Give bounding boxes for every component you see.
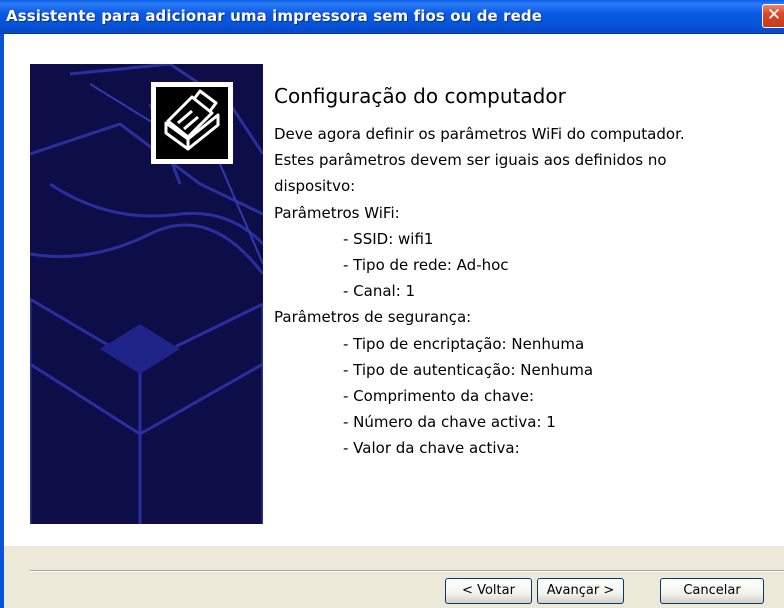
back-button[interactable]: < Voltar (445, 578, 532, 604)
security-params-heading: Parâmetros de segurança: (274, 308, 472, 327)
printer-wizard-icon (151, 82, 233, 164)
text-line: dispositvo: (274, 177, 356, 196)
close-icon: ✕ (766, 5, 782, 25)
network-type-value: - Tipo de rede: Ad-hoc (343, 255, 509, 274)
key-length-value: - Comprimento da chave: (343, 386, 535, 405)
text-line: Deve agora definir os parâmetros WiFi do… (274, 125, 685, 143)
channel-value: - Canal: 1 (343, 282, 416, 301)
wizard-window: Assistente para adicionar uma impressora… (0, 0, 784, 608)
window-title: Assistente para adicionar uma impressora… (6, 7, 543, 25)
active-key-number-value: - Número da chave activa: 1 (343, 413, 556, 432)
active-key-value: - Valor da chave activa: (343, 439, 520, 458)
title-bar[interactable]: Assistente para adicionar uma impressora… (0, 0, 784, 34)
text-line: Estes parâmetros devem ser iguais aos de… (274, 151, 667, 170)
ssid-value: - SSID: wifi1 (343, 229, 434, 248)
page-heading: Configuração do computador (274, 84, 566, 108)
wifi-params-heading: Parâmetros WiFi: (274, 203, 400, 222)
instruction-text: Deve agora definir os parâmetros WiFi do… (274, 121, 784, 461)
footer-divider (30, 570, 784, 572)
next-button[interactable]: Avançar > (537, 578, 624, 604)
cancel-button[interactable]: Cancelar (660, 578, 764, 604)
close-button[interactable]: ✕ (762, 4, 784, 28)
auth-type-value: - Tipo de autenticação: Nenhuma (343, 360, 594, 379)
encryption-type-value: - Tipo de encriptação: Nenhuma (343, 334, 585, 353)
